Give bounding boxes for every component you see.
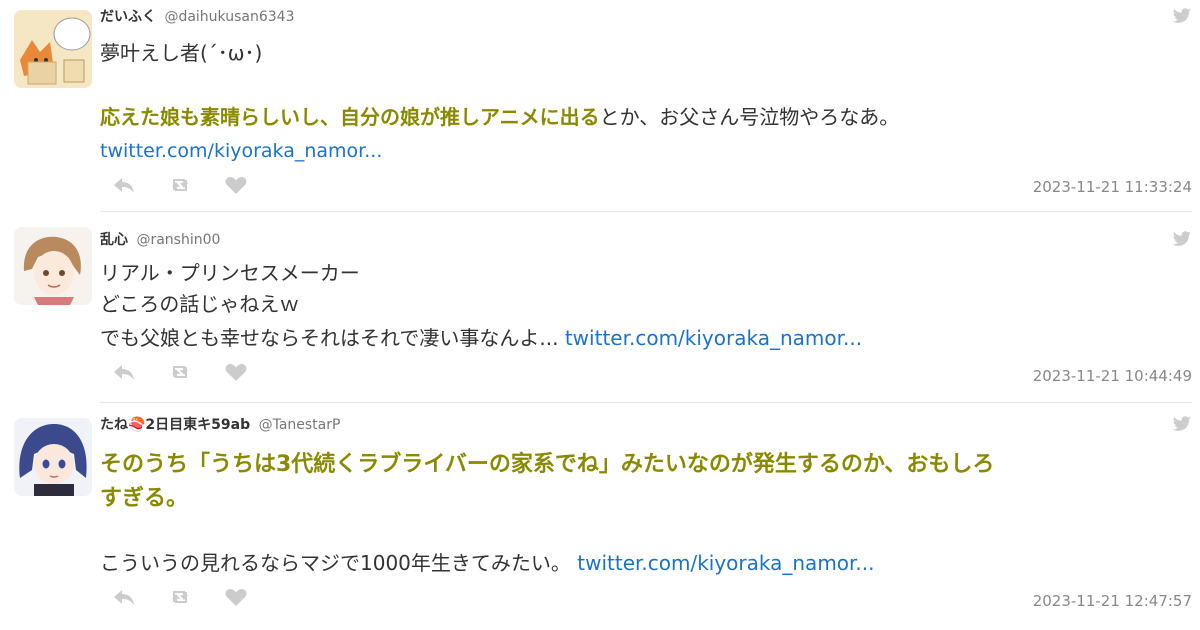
user-handle[interactable]: @daihukusan6343: [164, 9, 294, 25]
tweet-meta: たね🍣2日目東キ59ab @TanestarP: [100, 414, 340, 434]
tweet-meta: 乱心 @ranshin00: [100, 229, 220, 249]
timestamp[interactable]: 2023-11-21 10:44:49: [1033, 367, 1192, 385]
tweet-link[interactable]: twitter.com/kiyoraka_namor...: [100, 140, 382, 162]
twitter-bird-icon[interactable]: [1172, 416, 1192, 432]
avatar[interactable]: [14, 227, 92, 305]
avatar[interactable]: [14, 418, 92, 496]
tweet-highlight-text: 応えた娘も素晴らしいし、自分の娘が推しアニメに出る: [100, 105, 600, 129]
user-handle[interactable]: @TanestarP: [259, 417, 341, 433]
tweet-1: だいふく @daihukusan6343 夢叶えし者(´･ω･) 応えた娘も素晴…: [0, 0, 1200, 212]
retweet-icon[interactable]: [168, 174, 192, 196]
tweet-text-line: 夢叶えし者(´･ω･): [100, 41, 263, 65]
tweet-text-line: でも父娘とも幸せならそれはそれで凄い事なんよ... twitter.com/ki…: [100, 323, 862, 353]
twitter-bird-icon[interactable]: [1172, 231, 1192, 247]
tweet-text: とか、お父さん号泣物やろなあ。: [599, 105, 900, 129]
tweet-text-paragraph: 応えた娘も素晴らしいし、自分の娘が推しアニメに出るとか、お父さん号泣物やろなあ。: [100, 102, 899, 132]
tweet-divider: [100, 211, 1192, 212]
tweet-link[interactable]: twitter.com/kiyoraka_namor...: [565, 326, 862, 350]
tweet-link-line: twitter.com/kiyoraka_namor...: [100, 136, 382, 166]
tweet-highlight-text: そのうち「うちは3代続くラブライバーの家系でね」みたいなのが発生するのか、おもし…: [100, 452, 995, 477]
heart-icon[interactable]: [224, 174, 248, 196]
tweet-text-line: リアル・プリンセスメーカー: [100, 261, 360, 285]
user-name[interactable]: だいふく: [100, 9, 156, 25]
reply-icon[interactable]: [112, 174, 136, 196]
reply-icon[interactable]: [112, 586, 136, 608]
timestamp[interactable]: 2023-11-21 12:47:57: [1033, 592, 1192, 610]
tweet-text: でも父娘とも幸せならそれはそれで凄い事なんよ...: [100, 326, 565, 350]
user-name[interactable]: たね🍣2日目東キ59ab: [100, 417, 250, 433]
reply-icon[interactable]: [112, 361, 136, 383]
tweet-text-line: こういうの見れるならマジで1000年生きてみたい。 twitter.com/ki…: [100, 548, 875, 578]
tweet-divider: [100, 402, 1192, 403]
retweet-icon[interactable]: [168, 361, 192, 383]
user-name[interactable]: 乱心: [100, 232, 128, 248]
tweet-link[interactable]: twitter.com/kiyoraka_namor...: [577, 551, 874, 575]
tweet-2: 乱心 @ranshin00 リアル・プリンセスメーカー どころの話じゃねえｗ で…: [0, 213, 1200, 403]
heart-icon[interactable]: [224, 586, 248, 608]
twitter-bird-icon[interactable]: [1172, 8, 1192, 24]
tweet-meta: だいふく @daihukusan6343: [100, 6, 294, 26]
user-handle[interactable]: @ranshin00: [136, 232, 220, 248]
timestamp[interactable]: 2023-11-21 11:33:24: [1033, 178, 1192, 196]
tweet-highlight-text: すぎる。: [100, 486, 189, 511]
tweet-3: たね🍣2日目東キ59ab @TanestarP そのうち「うちは3代続くラブライ…: [0, 404, 1200, 630]
retweet-icon[interactable]: [168, 586, 192, 608]
tweet-text: こういうの見れるならマジで1000年生きてみたい。: [100, 551, 578, 575]
avatar[interactable]: [14, 10, 92, 88]
tweet-text-line: どころの話じゃねえｗ: [100, 292, 300, 316]
heart-icon[interactable]: [224, 361, 248, 383]
